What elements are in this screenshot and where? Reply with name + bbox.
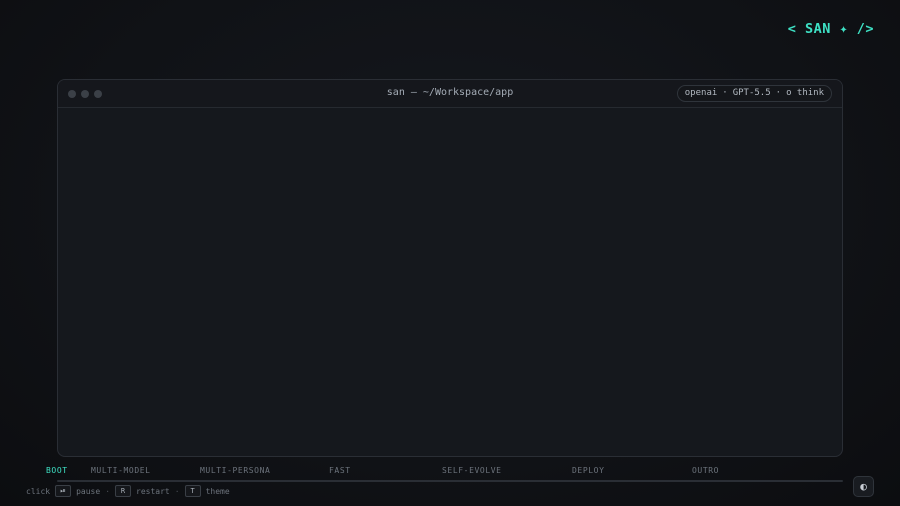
step-fast[interactable]: FAST	[329, 466, 351, 475]
hint-separator: ·	[105, 486, 111, 496]
theme-toggle-button[interactable]: ◐	[853, 476, 874, 497]
pause-key-icon: ⏯	[55, 485, 72, 497]
step-multi-model[interactable]: MULTI-MODEL	[91, 466, 151, 475]
model-sep: ·	[775, 88, 782, 98]
progress-bar[interactable]	[57, 480, 843, 482]
model-provider: openai	[684, 88, 718, 98]
restart-key: R	[115, 485, 132, 497]
model-mode: o think	[786, 88, 824, 98]
model-sep: ·	[722, 88, 728, 98]
terminal-window: san — ~/Workspace/app openai · GPT-5.5 ·…	[57, 79, 843, 457]
step-boot[interactable]: BOOT	[46, 466, 68, 475]
chapter-steps: BOOT MULTI-MODEL MULTI-PERSONA FAST SELF…	[0, 466, 900, 476]
hint-separator: ·	[174, 486, 180, 496]
half-circle-icon: ◐	[860, 480, 867, 493]
hint-pause-label: pause	[76, 486, 101, 496]
model-name: GPT-5.5	[732, 88, 771, 98]
window-titlebar: san — ~/Workspace/app openai · GPT-5.5 ·…	[58, 80, 842, 108]
model-badge[interactable]: openai · GPT-5.5 · o think	[676, 85, 832, 102]
step-deploy[interactable]: DEPLOY	[572, 466, 605, 475]
brand-logo: < SAN ✦ />	[787, 21, 874, 37]
terminal-output[interactable]	[58, 108, 842, 456]
step-multi-persona[interactable]: MULTI-PERSONA	[200, 466, 270, 475]
keyboard-hints: click ⏯ pause · R restart · T theme	[26, 485, 230, 497]
theme-key: T	[184, 485, 201, 497]
hint-restart-label: restart	[136, 486, 170, 496]
hint-click-label: click	[26, 486, 51, 496]
hint-theme-label: theme	[205, 486, 230, 496]
step-outro[interactable]: OUTRO	[692, 466, 719, 475]
step-self-evolve[interactable]: SELF-EVOLVE	[442, 466, 502, 475]
